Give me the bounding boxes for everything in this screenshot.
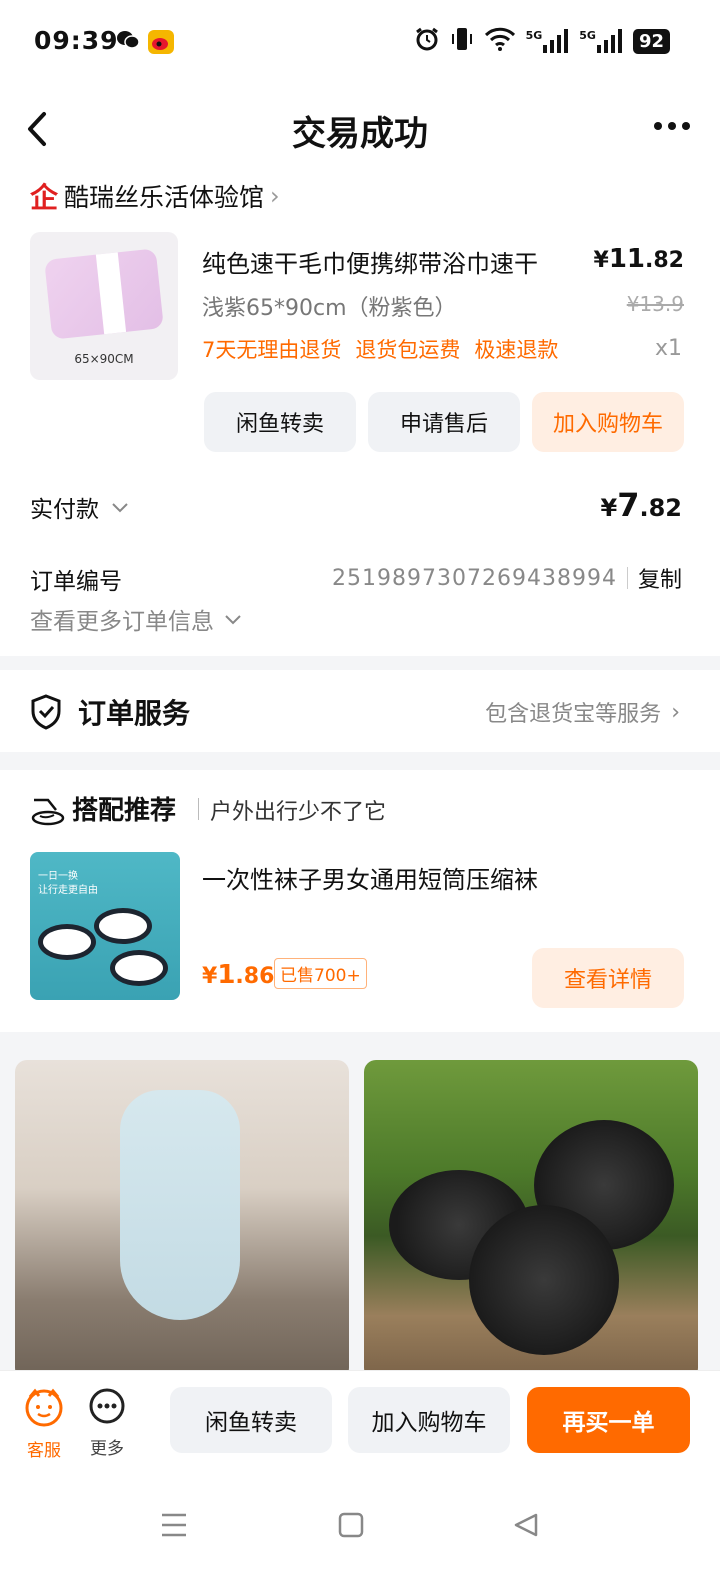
chevron-right-icon: › — [671, 699, 680, 725]
buy-again-button[interactable]: 再买一单 — [527, 1387, 690, 1453]
divider — [198, 798, 199, 820]
hanger-icon — [30, 796, 66, 830]
paid-amount: ¥7.82 — [600, 486, 682, 524]
add-to-cart-button[interactable]: 加入购物车 — [532, 392, 684, 452]
customer-service-icon — [24, 1387, 64, 1432]
recommend-card: 搭配推荐 户外出行少不了它 一日一换 让行走更自由 一次性袜子男女通用短筒压缩袜… — [0, 770, 720, 1032]
feed-item-mosquito-box-image[interactable] — [364, 1060, 698, 1380]
product-feed — [0, 1060, 720, 1380]
towel-image — [44, 248, 164, 340]
tag-no-reason-return: 7天无理由退货 — [202, 338, 342, 362]
status-bar: 09:39 5G 5G 92 — [0, 0, 720, 84]
paid-label: 实付款 — [30, 497, 99, 523]
chevron-down-icon — [111, 494, 129, 520]
view-details-button[interactable]: 查看详情 — [532, 948, 684, 1008]
wechat-icon — [116, 30, 140, 54]
more-dots-icon — [88, 1387, 126, 1430]
weibo-icon — [148, 30, 174, 58]
thumbnail-slogan: 一日一换 让行走更自由 — [38, 871, 98, 896]
shop-icon: 企 — [30, 181, 59, 214]
shield-check-icon — [30, 694, 62, 734]
service-tags: 7天无理由退货 退货包运费 极速退款 — [202, 334, 558, 364]
battery-indicator: 92 — [632, 28, 670, 54]
more-order-info-link[interactable]: 查看更多订单信息 — [30, 602, 242, 636]
service-detail: 包含退货宝等服务 › — [485, 696, 680, 728]
sold-count-badge: 已售700+ — [274, 958, 367, 989]
copy-button[interactable]: 复制 — [638, 562, 682, 594]
bottom-add-to-cart-button[interactable]: 加入购物车 — [348, 1387, 510, 1453]
sock-can-image — [94, 908, 152, 944]
divider — [626, 567, 628, 589]
order-card: 企 酷瑞丝乐活体验馆 › 65×90CM 纯色速干毛巾便携绑带浴巾速干 ¥11.… — [0, 174, 720, 656]
order-number-row: 2519897307269438994 复制 — [332, 562, 682, 594]
wifi-icon — [484, 27, 516, 55]
page-title: 交易成功 — [292, 114, 428, 154]
recommend-title: 搭配推荐 — [72, 796, 177, 826]
product-price: ¥11.82 — [593, 244, 684, 274]
customer-service-button[interactable]: 客服 — [24, 1387, 64, 1461]
resell-button[interactable]: 闲鱼转卖 — [204, 392, 356, 452]
recommend-item-name[interactable]: 一次性袜子男女通用短筒压缩袜 — [202, 860, 538, 895]
bottom-action-bar: 客服 更多 闲鱼转卖 加入购物车 再买一单 — [0, 1370, 720, 1470]
shop-link[interactable]: 企 酷瑞丝乐活体验馆 › — [30, 176, 280, 216]
chevron-right-icon: › — [270, 182, 280, 210]
alarm-icon — [414, 26, 440, 56]
order-service-card[interactable]: 订单服务 包含退货宝等服务 › — [0, 670, 720, 752]
more-order-info-label: 查看更多订单信息 — [30, 609, 214, 635]
product-sku: 浅紫65*90cm（粉紫色） — [202, 296, 457, 321]
signal-5g-icon-2: 5G — [579, 29, 623, 53]
more-options-icon[interactable] — [654, 122, 690, 130]
system-nav-bar — [0, 1470, 720, 1583]
service-desc: 包含退货宝等服务 — [485, 702, 662, 727]
product-thumbnail[interactable]: 65×90CM — [30, 232, 178, 380]
order-number-label: 订单编号 — [30, 569, 122, 595]
shop-name: 酷瑞丝乐活体验馆 — [64, 183, 265, 212]
sock-can-image — [38, 924, 96, 960]
status-time: 09:39 — [34, 26, 119, 55]
after-sale-button[interactable]: 申请售后 — [368, 392, 520, 452]
product-actions: 闲鱼转卖 申请售后 加入购物车 — [204, 392, 684, 452]
paid-amount-toggle[interactable]: 实付款 — [30, 490, 129, 524]
original-price: ¥13.9 — [626, 292, 684, 316]
service-title: 订单服务 — [78, 697, 191, 730]
sock-can-image — [110, 950, 168, 986]
recommend-thumbnail[interactable]: 一日一换 让行走更自由 — [30, 852, 180, 1000]
tag-fast-refund: 极速退款 — [474, 338, 559, 362]
nav-bar: 交易成功 — [0, 84, 720, 174]
thumbnail-caption: 65×90CM — [74, 352, 134, 366]
product-quantity: x1 — [654, 336, 682, 361]
recommend-price: ¥1.86 — [202, 960, 275, 990]
more-label: 更多 — [90, 1439, 124, 1459]
menu-icon[interactable] — [160, 1512, 188, 1542]
vibrate-icon — [450, 26, 474, 56]
more-button[interactable]: 更多 — [88, 1387, 126, 1459]
chevron-down-icon — [224, 606, 242, 632]
customer-service-label: 客服 — [27, 1441, 61, 1461]
order-number: 2519897307269438994 — [332, 565, 617, 591]
tag-return-shipping: 退货包运费 — [355, 338, 461, 362]
back-triangle-icon[interactable] — [512, 1512, 540, 1542]
bottom-resell-button[interactable]: 闲鱼转卖 — [170, 1387, 332, 1453]
recommend-subtitle: 户外出行少不了它 — [210, 800, 387, 825]
signal-5g-icon: 5G — [526, 29, 570, 53]
product-name[interactable]: 纯色速干毛巾便携绑带浴巾速干 — [202, 244, 538, 279]
home-square-icon[interactable] — [338, 1512, 364, 1542]
feed-item-dress-image[interactable] — [15, 1060, 349, 1380]
